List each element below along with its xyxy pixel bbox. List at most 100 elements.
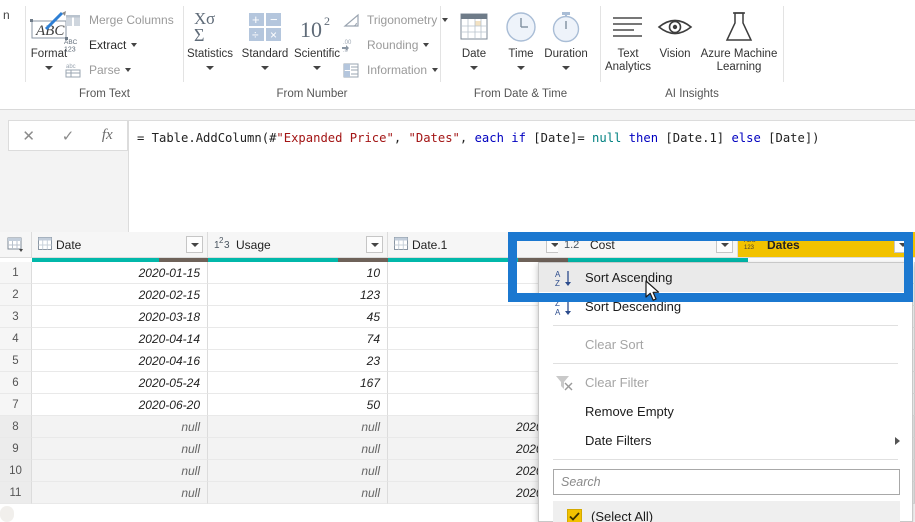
menu-item-remove-empty[interactable]: Remove Empty	[539, 397, 912, 426]
column-header-cost[interactable]: 1.2 Cost	[558, 232, 738, 258]
table-cell[interactable]: 2020-04-16	[32, 350, 208, 372]
table-cell[interactable]: 2020-02-15	[32, 284, 208, 306]
table-cell[interactable]: null	[32, 438, 208, 460]
svg-text:σ: σ	[206, 9, 215, 28]
chevron-down-icon[interactable]	[423, 43, 430, 47]
sigma-icon: X σ Σ	[179, 6, 241, 48]
column-header-dates[interactable]: ABC 123 Dates	[738, 232, 915, 258]
table-cell[interactable]: 123	[208, 284, 388, 306]
merge-columns-icon	[62, 10, 84, 30]
table-cell[interactable]: null	[208, 438, 388, 460]
column-header-usage[interactable]: 1 2 3 Usage	[208, 232, 388, 258]
menu-item-sort-ascending[interactable]: A Z Sort Ascending	[539, 263, 912, 292]
table-cell[interactable]: 74	[208, 328, 388, 350]
table-cell[interactable]: 2020-03-18	[32, 306, 208, 328]
row-number: 6	[0, 372, 32, 394]
text-analytics-label-2: Analytics	[604, 60, 652, 73]
rounding-label: Rounding	[367, 38, 419, 52]
power-query-editor: n ABC Format Merge Columns ABC 123 Extra…	[0, 0, 915, 522]
decimal-icon: .00 .0	[340, 35, 362, 55]
decimal-number-icon: 1.2	[564, 237, 586, 253]
chevron-down-icon[interactable]	[206, 65, 214, 70]
group-label-ai-insights: AI Insights	[665, 88, 719, 100]
menu-item-date-filters[interactable]: Date Filters	[539, 426, 912, 455]
scientific-button[interactable]: 10 2 Scientific	[286, 6, 348, 73]
svg-text:10: 10	[300, 17, 322, 42]
formula-bar: ✕ ✓ fx = Table.AddColumn(#"Expanded Pric…	[0, 110, 915, 232]
filter-item-select-all[interactable]: (Select All)	[553, 505, 900, 522]
menu-item-clear-sort[interactable]: Clear Sort	[539, 330, 912, 359]
check-icon[interactable]: ✓	[51, 127, 85, 145]
table-cell[interactable]: null	[208, 482, 388, 504]
fx-icon[interactable]: fx	[90, 127, 124, 144]
column-filter-button-cost[interactable]	[716, 236, 733, 253]
svg-text:A: A	[555, 308, 561, 316]
filter-value-list[interactable]: (Select All) 2020-01-01 2020-01-15	[553, 501, 900, 522]
formula-input[interactable]: = Table.AddColumn(#"Expanded Price", "Da…	[128, 120, 915, 232]
chevron-down-icon[interactable]	[45, 65, 53, 70]
group-label-from-date-time: From Date & Time	[473, 88, 568, 100]
table-cell[interactable]: 10	[208, 262, 388, 284]
extract-button[interactable]: ABC 123 Extract	[62, 33, 138, 57]
statistics-button[interactable]: X σ Σ Statistics	[179, 6, 241, 73]
checkbox-checked-icon[interactable]	[567, 509, 582, 522]
column-filter-button-dates[interactable]	[894, 236, 911, 253]
svg-text:123: 123	[744, 245, 755, 250]
chevron-down-icon[interactable]	[562, 65, 570, 70]
row-number: 1	[0, 262, 32, 284]
duration-button[interactable]: Duration	[535, 6, 597, 73]
menu-divider	[553, 459, 898, 460]
table-cell[interactable]: 2020-04-14	[32, 328, 208, 350]
rounding-button[interactable]: .00 .0 Rounding	[340, 33, 430, 57]
chevron-down-icon[interactable]	[131, 43, 138, 47]
svg-text:A: A	[555, 270, 561, 279]
column-header-date[interactable]: Date	[32, 232, 208, 258]
search-input[interactable]	[553, 469, 900, 495]
svg-text:ABC: ABC	[744, 238, 756, 244]
parse-button[interactable]: abc Parse	[62, 58, 132, 82]
chevron-down-icon[interactable]	[261, 65, 269, 70]
svg-text:÷: ÷	[252, 28, 259, 42]
table-cell[interactable]: null	[32, 416, 208, 438]
information-label: Information	[367, 63, 428, 77]
table-cell[interactable]: null	[208, 460, 388, 482]
table-cell[interactable]: 2020-05-24	[32, 372, 208, 394]
trigonometry-label: Trigonometry	[367, 13, 438, 27]
menu-item-sort-descending[interactable]: Z A Sort Descending	[539, 292, 912, 321]
horizontal-scrollbar[interactable]	[0, 506, 14, 522]
svg-text:2: 2	[324, 14, 330, 28]
ribbon: n ABC Format Merge Columns ABC 123 Extra…	[0, 0, 915, 110]
table-cell[interactable]: null	[208, 416, 388, 438]
close-icon[interactable]: ✕	[12, 127, 46, 145]
chevron-down-icon[interactable]	[432, 68, 439, 72]
trigonometry-button[interactable]: Trigonometry	[340, 8, 449, 32]
text-analytics-button[interactable]: Text Analytics	[600, 6, 656, 73]
svg-text:Z: Z	[555, 299, 560, 308]
menu-item-clear-filter[interactable]: Clear Filter	[539, 368, 912, 397]
table-options-icon[interactable]	[0, 232, 32, 258]
table-cell[interactable]: null	[32, 482, 208, 504]
column-header-date-1[interactable]: Date.1	[388, 232, 568, 258]
column-name-dates: Dates	[767, 237, 800, 252]
information-button[interactable]: Information	[340, 58, 439, 82]
table-cell[interactable]: 23	[208, 350, 388, 372]
chevron-down-icon	[190, 242, 199, 247]
table-cell[interactable]: 167	[208, 372, 388, 394]
table-cell[interactable]: null	[32, 460, 208, 482]
azure-machine-learning-button[interactable]: Azure Machine Learning	[692, 6, 786, 73]
table-cell[interactable]: 45	[208, 306, 388, 328]
column-name-cost: Cost	[590, 237, 615, 252]
svg-text:Z: Z	[555, 279, 560, 287]
row-number: 9	[0, 438, 32, 460]
chevron-down-icon[interactable]	[125, 68, 132, 72]
ribbon-groups: n ABC Format Merge Columns ABC 123 Extra…	[0, 0, 915, 100]
column-filter-button-date[interactable]	[186, 236, 203, 253]
table-cell[interactable]: 2020-01-15	[32, 262, 208, 284]
table-cell[interactable]: 50	[208, 394, 388, 416]
merge-columns-button[interactable]: Merge Columns	[62, 8, 174, 32]
chevron-down-icon[interactable]	[313, 65, 321, 70]
table-cell[interactable]: 2020-06-20	[32, 394, 208, 416]
chevron-down-icon[interactable]	[517, 65, 525, 70]
column-filter-button-usage[interactable]	[366, 236, 383, 253]
chevron-down-icon[interactable]	[470, 65, 478, 70]
